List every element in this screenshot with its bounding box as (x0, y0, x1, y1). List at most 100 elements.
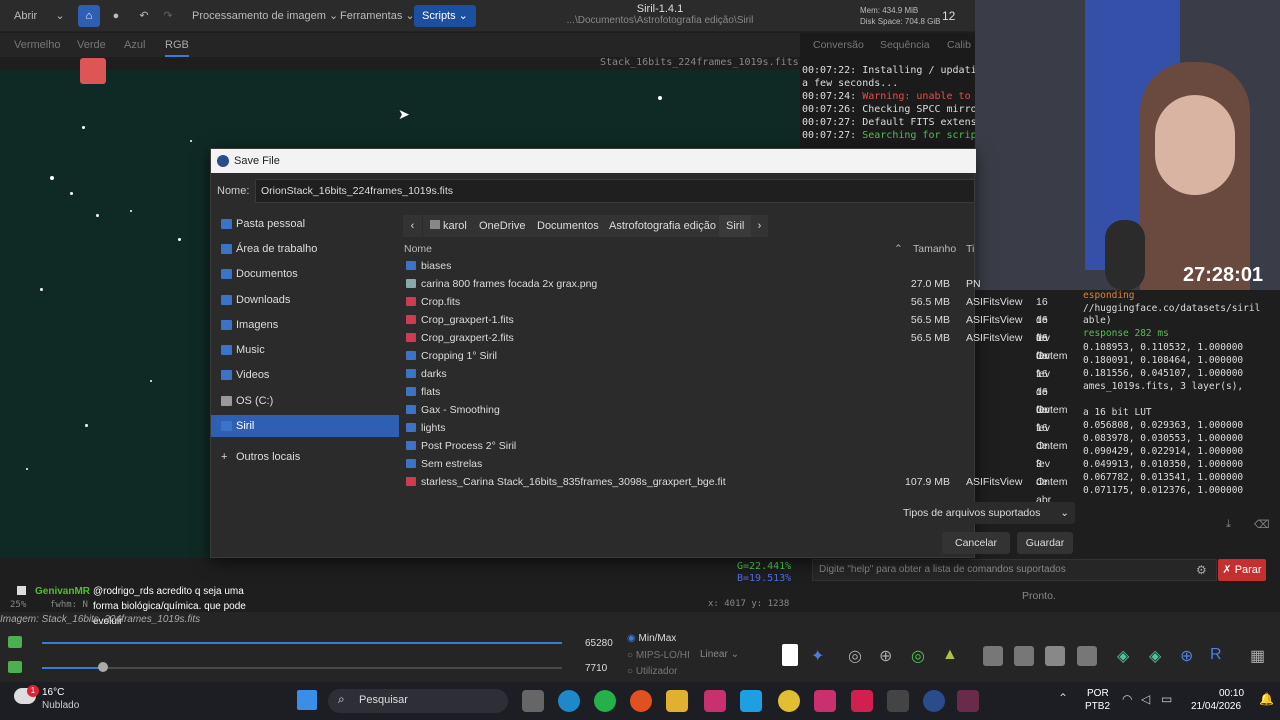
capture-icon[interactable] (740, 690, 762, 712)
file-row[interactable]: flats 16 de fev (401, 383, 1050, 434)
edge-icon[interactable] (558, 690, 580, 712)
sidebar-item-other-locations[interactable]: + Outros locais (211, 446, 399, 468)
keyboard-layout[interactable]: PTB2 (1085, 701, 1110, 712)
deconvolution-icon[interactable]: ▲ (942, 646, 958, 664)
open-button[interactable]: Abrir (6, 5, 45, 27)
radio-minmax[interactable]: ◉ Min/Max (627, 633, 676, 644)
task-view-icon[interactable] (522, 690, 544, 712)
scripts-menu[interactable]: Scripts ⌄ (414, 5, 476, 27)
column-type[interactable]: Ti (966, 243, 974, 255)
column-name[interactable]: Nome (404, 243, 432, 255)
undo-icon[interactable]: ↶ (134, 5, 154, 27)
sidebar-item-documents[interactable]: Documentos (211, 263, 399, 285)
file-row[interactable]: Crop.fits 56.5 MB ASIFitsView 16 de fev (401, 293, 1050, 344)
path-segment-astro[interactable]: Astrofotografia edição (602, 215, 725, 237)
tab-blue[interactable]: Azul (124, 39, 145, 51)
image-processing-menu[interactable]: Processamento de imagem ⌄ (184, 5, 346, 27)
path-segment-siril[interactable]: Siril (719, 215, 753, 237)
taskbar-search[interactable] (328, 689, 508, 713)
download-log-icon[interactable]: ⤓ (1226, 518, 1231, 531)
settings-icon[interactable]: ⚙ (1196, 563, 1207, 577)
min-slider-track[interactable] (42, 667, 562, 669)
column-size[interactable]: Tamanho (913, 243, 956, 255)
file-row[interactable]: Gax - Smoothing Ontem (401, 401, 1068, 419)
command-input[interactable]: Digite "help" para obter a lista de coma… (812, 559, 1217, 581)
record-icon[interactable]: ● (106, 5, 126, 27)
image-overlay-icon[interactable] (80, 58, 106, 84)
file-row[interactable]: carina 800 frames focada 2x grax.png 27.0… (401, 275, 981, 293)
photometry-icon[interactable]: ◎ (848, 646, 862, 666)
flip-icon[interactable]: ◈ (1149, 646, 1161, 666)
file-type-filter[interactable]: Tipos de arquivos suportados ⌄ (897, 502, 1075, 524)
zoom-fit-icon[interactable] (1045, 646, 1065, 666)
file-row[interactable]: lights 16 de fev (401, 419, 1050, 470)
terminal-icon[interactable] (887, 690, 909, 712)
office-icon[interactable] (630, 690, 652, 712)
path-back-icon[interactable]: ‹ (403, 215, 423, 237)
tools-menu[interactable]: Ferramentas ⌄ (332, 5, 423, 27)
save-button[interactable]: Guardar (1017, 532, 1073, 554)
tab-calibration[interactable]: Calib (947, 39, 971, 51)
chrome-icon[interactable] (778, 690, 800, 712)
file-row[interactable]: darks 16 de fev (401, 365, 1050, 416)
whatsapp-icon[interactable] (594, 690, 616, 712)
radio-user[interactable]: ○ Utilizador (627, 666, 678, 677)
volume-icon[interactable]: ◁ (1141, 692, 1150, 706)
snapshot-icon[interactable] (782, 644, 798, 666)
file-explorer-icon[interactable] (666, 690, 688, 712)
sidebar-item-music[interactable]: Music (211, 339, 399, 361)
zoom-one-icon[interactable] (1077, 646, 1097, 666)
rotate-icon[interactable]: ◈ (1117, 646, 1129, 666)
clock-date[interactable]: 21/04/2026 (1191, 701, 1241, 712)
redo-icon[interactable]: ↷ (158, 5, 178, 27)
grid-icon[interactable]: ▦ (1250, 646, 1265, 666)
play-icon[interactable] (8, 661, 22, 673)
path-segment-karol[interactable]: karol (423, 215, 475, 237)
globe-icon[interactable]: ⊕ (879, 646, 892, 666)
histogram-icon[interactable] (8, 636, 22, 648)
zoom-out-icon[interactable] (983, 646, 1003, 666)
file-row[interactable]: Crop_graxpert-2.fits 56.5 MB ASIFitsView 16… (401, 329, 1050, 380)
target-icon[interactable]: ◎ (911, 646, 925, 666)
notification-icon[interactable]: 🔔 (1259, 692, 1274, 706)
siril-taskbar-icon[interactable] (923, 690, 945, 712)
path-segment-documents[interactable]: Documentos (530, 215, 607, 237)
file-row[interactable]: Crop_graxpert-1.fits 56.5 MB ASIFitsView 16… (401, 311, 1050, 362)
zoom-in-icon[interactable] (1014, 646, 1034, 666)
sidebar-item-videos[interactable]: Videos (211, 364, 399, 386)
battery-icon[interactable]: ▭ (1161, 692, 1172, 706)
wifi-icon[interactable]: ◠ (1122, 692, 1132, 706)
app-icon[interactable] (704, 690, 726, 712)
lang-code[interactable]: POR (1087, 688, 1109, 699)
stop-button[interactable]: ✗ Parar (1218, 559, 1266, 581)
cancel-button[interactable]: Cancelar (942, 532, 1010, 554)
stretch-select[interactable]: Linear ⌄ (700, 649, 739, 660)
file-row[interactable]: Cropping 1° Siril Ontem (401, 347, 1068, 365)
radio-mips[interactable]: ○ MIPS-LO/HI (627, 650, 690, 661)
file-row[interactable]: starless_Carina Stack_16bits_835frames_3… (401, 473, 1068, 491)
min-value[interactable]: 7710 (585, 663, 607, 674)
tab-rgb[interactable]: RGB (165, 39, 189, 57)
recent-dropdown-icon[interactable]: ⌄ (48, 5, 72, 27)
obs-icon[interactable] (814, 690, 836, 712)
thread-count[interactable]: 12 (942, 9, 955, 23)
tab-sequence[interactable]: Sequência (880, 39, 930, 51)
tab-conversion[interactable]: Conversão (813, 39, 864, 51)
file-row[interactable]: Sem estrelas 3 de abr (401, 455, 1051, 506)
sidebar-item-home[interactable]: Pasta pessoal (211, 213, 399, 235)
min-slider-handle[interactable] (98, 662, 108, 672)
path-segment-onedrive[interactable]: OneDrive (472, 215, 534, 237)
tray-expand-icon[interactable]: ⌃ (1058, 691, 1068, 705)
clock-time[interactable]: 00:10 (1219, 688, 1244, 699)
rgb-compose-icon[interactable]: R (1210, 646, 1222, 664)
start-icon[interactable] (297, 690, 317, 710)
sidebar-item-siril[interactable]: Siril (211, 415, 399, 437)
sidebar-item-desktop[interactable]: Área de trabalho (211, 238, 399, 260)
x-app-icon[interactable] (957, 690, 979, 712)
tab-red[interactable]: Vermelho (14, 39, 60, 51)
fits-viewer-icon[interactable] (851, 690, 873, 712)
max-value[interactable]: 65280 (585, 638, 613, 649)
star-icon[interactable]: ✦ (811, 646, 824, 666)
sidebar-item-drive-c[interactable]: OS (C:) (211, 390, 399, 412)
tab-green[interactable]: Verde (77, 39, 106, 51)
